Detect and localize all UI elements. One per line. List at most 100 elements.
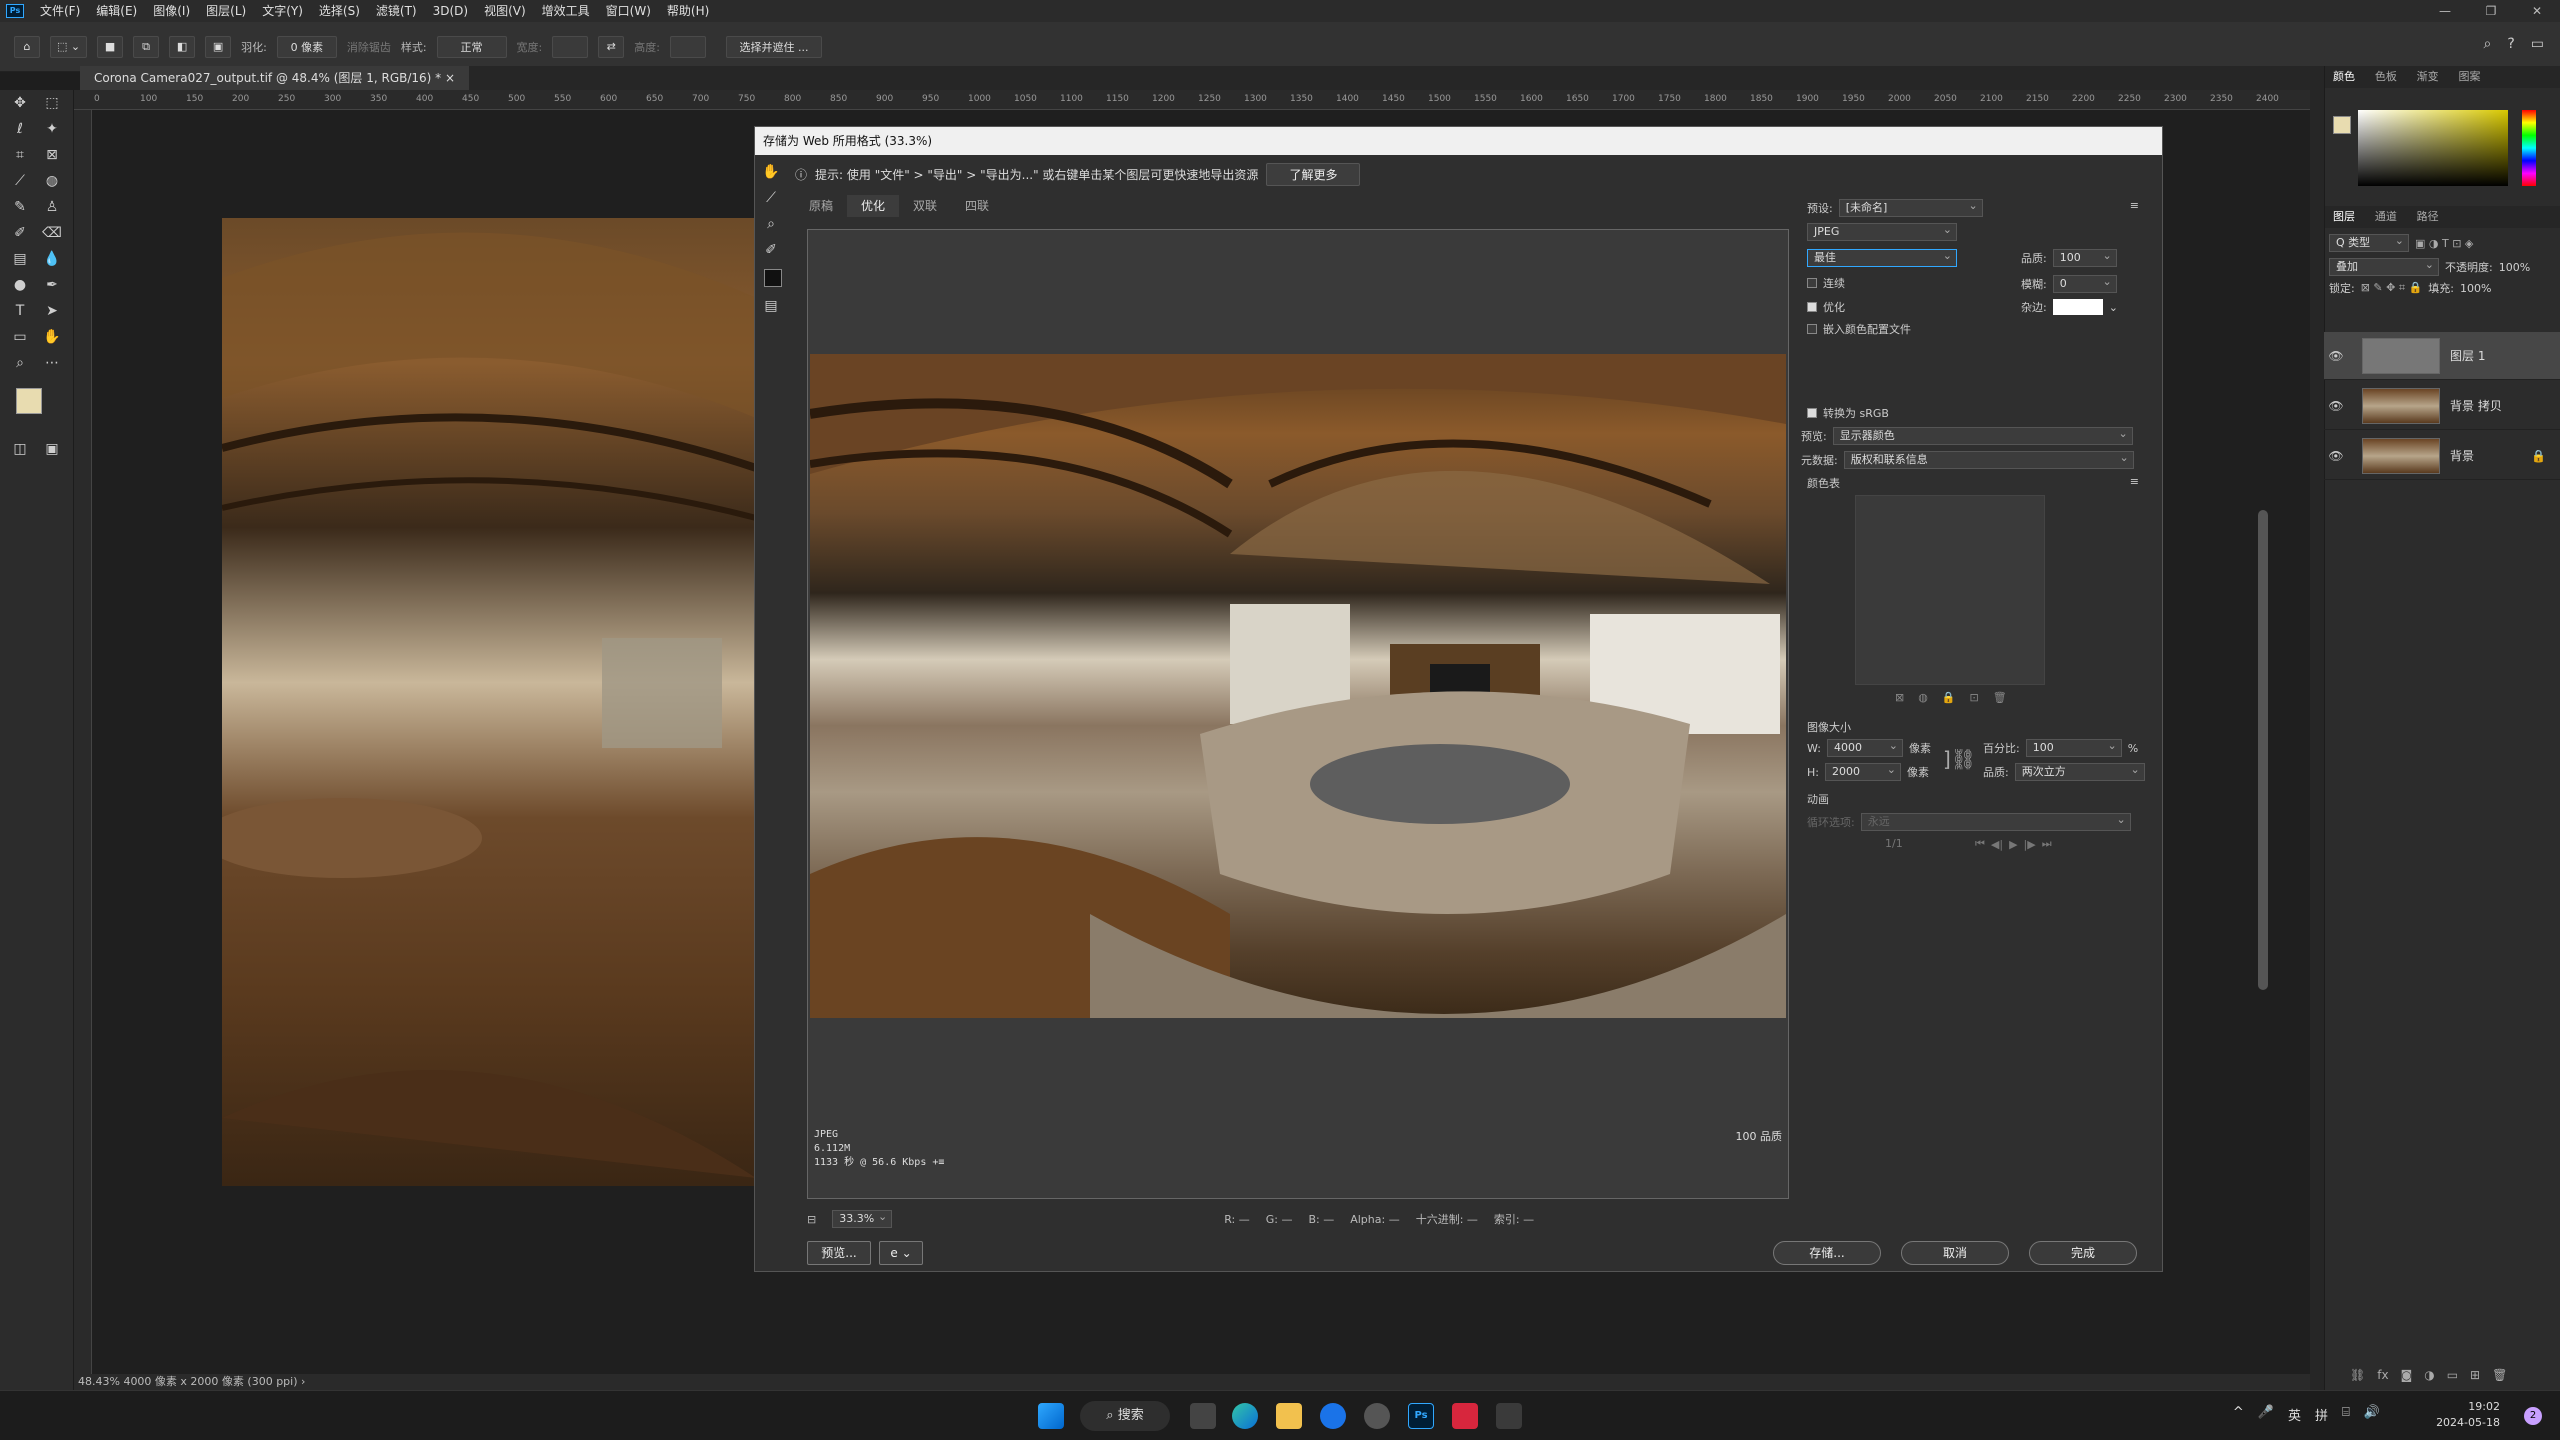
- screen-mode-icon[interactable]: ▣: [40, 438, 64, 460]
- tray-expand-icon[interactable]: ^: [2233, 1405, 2244, 1424]
- blur-tool-icon[interactable]: 💧: [40, 248, 64, 270]
- preview-mode-select[interactable]: 显示器颜色: [1832, 426, 2133, 445]
- menu-item[interactable]: 文字(Y): [254, 0, 311, 22]
- menu-item[interactable]: 图像(I): [145, 0, 198, 22]
- hand-tool-icon[interactable]: ✋: [759, 161, 783, 183]
- tab-gradients[interactable]: 渐变: [2409, 66, 2447, 88]
- toggle-slices-icon[interactable]: ▤: [759, 295, 783, 317]
- healing-brush-icon[interactable]: ◍: [40, 170, 64, 192]
- width-input[interactable]: 4000: [1826, 738, 1903, 757]
- menu-item[interactable]: 文件(F): [32, 0, 88, 22]
- path-select-icon[interactable]: ➤: [40, 300, 64, 322]
- menu-item[interactable]: 帮助(H): [659, 0, 717, 22]
- tab-layers[interactable]: 图层: [2325, 206, 2363, 228]
- photoshop-taskbar-icon[interactable]: Ps: [1408, 1403, 1434, 1429]
- color-picker-field[interactable]: [2358, 110, 2508, 186]
- new-selection-icon[interactable]: ■: [97, 35, 124, 58]
- preview-menu-icon[interactable]: +≡: [932, 1157, 944, 1168]
- preset-select[interactable]: [未命名]: [1838, 198, 1983, 217]
- lock-color-icon[interactable]: 🔒: [1942, 691, 1956, 704]
- antialias-checkbox[interactable]: 消除锯齿: [347, 39, 391, 55]
- intersect-selection-icon[interactable]: ▣: [205, 35, 232, 58]
- workspace-icon[interactable]: ▭: [2531, 36, 2544, 52]
- magic-wand-icon[interactable]: ✦: [40, 118, 64, 140]
- learn-more-button[interactable]: 了解更多: [1266, 162, 1361, 186]
- browser-icon[interactable]: [1320, 1403, 1346, 1429]
- eyedropper-color-swatch[interactable]: [764, 269, 782, 287]
- browser-select[interactable]: e ⌄: [879, 1241, 923, 1265]
- taskbar-search[interactable]: ⌕ 搜索: [1080, 1401, 1170, 1431]
- format-select[interactable]: JPEG: [1807, 222, 1957, 241]
- eyedropper-icon[interactable]: ✐: [759, 239, 783, 261]
- new-layer-icon[interactable]: ⊞: [2470, 1368, 2480, 1382]
- blur-input[interactable]: 0: [2052, 274, 2117, 293]
- constrain-proportions-icon[interactable]: ]⛓: [1943, 747, 1976, 771]
- hand-tool-icon[interactable]: ✋: [40, 326, 64, 348]
- prev-frame-icon[interactable]: ◀|: [1991, 838, 2003, 851]
- slice-select-icon[interactable]: ⟋: [759, 187, 783, 209]
- zoom-tool-icon[interactable]: ⌕: [759, 213, 783, 235]
- eraser-tool-icon[interactable]: ⌫: [40, 222, 64, 244]
- rectangle-tool-icon[interactable]: ▭: [8, 326, 32, 348]
- document-image[interactable]: [222, 218, 756, 1186]
- menu-item[interactable]: 选择(S): [311, 0, 368, 22]
- menu-item[interactable]: 3D(D): [425, 0, 476, 22]
- eye-icon[interactable]: 👁: [2324, 349, 2348, 363]
- tab-2-up[interactable]: 双联: [899, 195, 951, 217]
- height-input[interactable]: [669, 35, 706, 58]
- volume-icon[interactable]: 🔊: [2364, 1405, 2380, 1424]
- marquee-tool-preset-icon[interactable]: ⬚ ⌄: [50, 35, 88, 58]
- lock-icons[interactable]: ⊠ ✎ ✥ ⌗ 🔒: [2361, 281, 2423, 295]
- tab-paths[interactable]: 路径: [2409, 206, 2447, 228]
- document-tab[interactable]: Corona Camera027_output.tif @ 48.4% (图层 …: [80, 66, 470, 90]
- dodge-tool-icon[interactable]: ●: [8, 274, 32, 296]
- metadata-select[interactable]: 版权和联系信息: [1843, 450, 2134, 469]
- wps-icon[interactable]: [1452, 1403, 1478, 1429]
- delete-color-icon[interactable]: 🗑: [1993, 691, 2007, 704]
- color-table-menu-icon[interactable]: ≡: [2130, 475, 2139, 488]
- home-icon[interactable]: ⌂: [14, 35, 40, 58]
- hue-slider[interactable]: [2522, 110, 2536, 186]
- menu-item[interactable]: 图层(L): [198, 0, 254, 22]
- pen-tool-icon[interactable]: ✒: [40, 274, 64, 296]
- blend-mode-select[interactable]: 叠加: [2329, 257, 2439, 276]
- first-frame-icon[interactable]: ⏮: [1975, 837, 1985, 851]
- zoom-select[interactable]: 33.3%: [832, 1209, 893, 1228]
- new-color-icon[interactable]: ⊡: [1970, 691, 1979, 704]
- swap-icon[interactable]: ⇄: [598, 35, 625, 58]
- eye-icon[interactable]: 👁: [2324, 449, 2348, 463]
- ime-lang-2[interactable]: 拼: [2315, 1405, 2328, 1424]
- menu-item[interactable]: 视图(V): [476, 0, 534, 22]
- feather-input[interactable]: 0 像素: [276, 35, 337, 58]
- move-tool-icon[interactable]: ✥: [8, 92, 32, 114]
- add-mask-icon[interactable]: ◙: [2401, 1368, 2413, 1382]
- type-tool-icon[interactable]: T: [8, 300, 32, 322]
- brush-tool-icon[interactable]: ✎: [8, 196, 32, 218]
- layer-filter-icons[interactable]: ▣ ◑ T ⊡ ◈: [2415, 237, 2473, 250]
- map-color-icon[interactable]: ⊠: [1895, 691, 1904, 704]
- embed-profile-checkbox[interactable]: [1807, 324, 1817, 334]
- stamp-tool-icon[interactable]: ♙: [40, 196, 64, 218]
- last-frame-icon[interactable]: ⏭: [2042, 837, 2052, 851]
- clock[interactable]: 19:02 2024-05-18: [2436, 1399, 2500, 1431]
- done-button[interactable]: 完成: [2029, 1241, 2137, 1265]
- web-shift-icon[interactable]: ◍: [1918, 691, 1928, 704]
- percent-input[interactable]: 100: [2025, 738, 2122, 757]
- optimized-preview[interactable]: JPEG 6.112M 1133 秒 @ 56.6 Kbps +≡ 100 品质: [807, 229, 1789, 1199]
- crop-tool-icon[interactable]: ⌗: [8, 144, 32, 166]
- tab-patterns[interactable]: 图案: [2450, 66, 2488, 88]
- eye-icon[interactable]: 👁: [2324, 399, 2348, 413]
- color-table[interactable]: [1855, 495, 2045, 685]
- settings-menu-icon[interactable]: ≡: [2130, 199, 2139, 212]
- add-selection-icon[interactable]: ⧉: [133, 35, 160, 58]
- fx-icon[interactable]: fx: [2377, 1368, 2388, 1382]
- menu-item[interactable]: 滤镜(T): [368, 0, 425, 22]
- progressive-checkbox[interactable]: [1807, 278, 1817, 288]
- close-button[interactable]: ✕: [2514, 0, 2560, 22]
- fill-value[interactable]: 100%: [2460, 282, 2491, 295]
- optimized-checkbox[interactable]: [1807, 302, 1817, 312]
- eyedropper-icon[interactable]: ⟋: [8, 170, 32, 192]
- mic-icon[interactable]: 🎤: [2258, 1405, 2274, 1424]
- zoom-tool-icon[interactable]: ⌕: [8, 352, 32, 374]
- height-input[interactable]: 2000: [1824, 762, 1901, 781]
